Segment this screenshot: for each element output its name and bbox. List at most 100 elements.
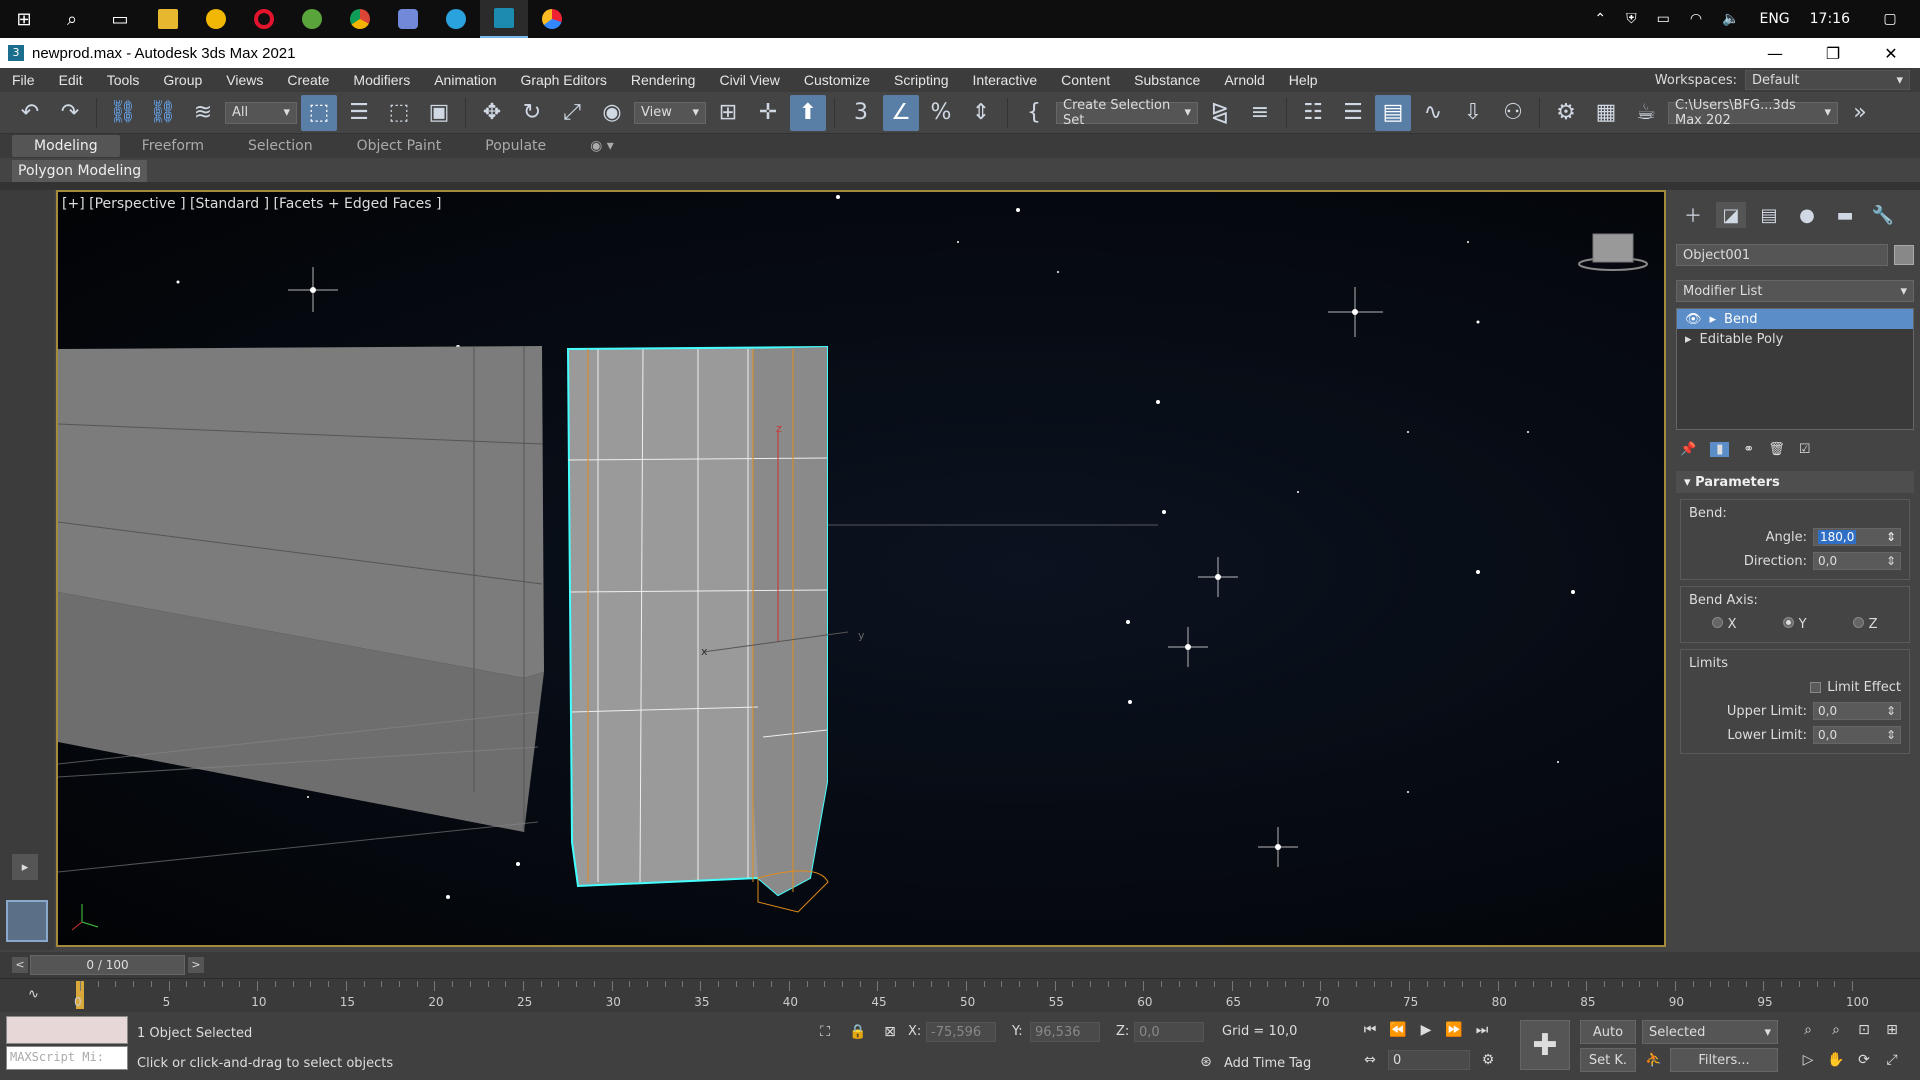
play-icon[interactable]: ▶ (1416, 1020, 1436, 1040)
rect-selection-region-icon[interactable]: ⬚ (381, 95, 417, 131)
layer-explorer-icon[interactable]: ☰ (1335, 95, 1371, 131)
axis-z-radio[interactable]: Z (1853, 616, 1878, 632)
reference-coordinate-dropdown[interactable]: View ▾ (634, 101, 706, 124)
menu-scripting[interactable]: Scripting (882, 72, 960, 88)
menu-substance[interactable]: Substance (1122, 72, 1212, 88)
axis-y-radio[interactable]: Y (1783, 616, 1807, 632)
maxscript-listener[interactable] (6, 1016, 128, 1044)
expand-arrow-icon[interactable]: ▸ (1685, 332, 1692, 347)
menu-customize[interactable]: Customize (792, 72, 882, 88)
notification-icon[interactable]: ▢ (1860, 0, 1920, 38)
prev-frame-arrow-icon[interactable]: < (12, 957, 28, 973)
material-editor-icon[interactable]: ⚇ (1495, 95, 1531, 131)
filters-button[interactable]: Filters... (1670, 1048, 1778, 1072)
close-button[interactable]: ✕ (1862, 38, 1920, 68)
select-object-icon[interactable]: ⬚ (301, 94, 337, 131)
selection-set-dropdown[interactable]: Selected ▾ (1642, 1020, 1778, 1044)
opera-icon[interactable] (240, 0, 288, 38)
y-coordinate-field[interactable]: 96,536 (1030, 1022, 1100, 1042)
zoom-extents-all-icon[interactable]: ⊞ (1882, 1020, 1902, 1040)
render-setup-icon[interactable]: ⚙ (1548, 95, 1584, 131)
place-icon[interactable]: ◉ (594, 95, 630, 131)
remove-modifier-icon[interactable]: 🗑 (1768, 442, 1785, 457)
selection-lock-icon[interactable]: 🔒 (848, 1022, 868, 1042)
menu-create[interactable]: Create (275, 72, 341, 88)
viewport-layout-thumbnail[interactable] (6, 900, 48, 942)
menu-modifiers[interactable]: Modifiers (341, 72, 422, 88)
project-folder-dropdown[interactable]: C:\Users\BFG...3ds Max 202 ▾ (1668, 98, 1838, 128)
expand-arrow-icon[interactable]: ▸ (1710, 312, 1717, 327)
display-tab-icon[interactable]: ▬ (1830, 202, 1860, 228)
set-key-button[interactable]: Set K. (1580, 1048, 1636, 1072)
menu-group[interactable]: Group (151, 72, 214, 88)
previous-frame-icon[interactable]: ⏪ (1388, 1020, 1408, 1040)
rendered-frame-window-icon[interactable]: ▦ (1588, 95, 1624, 131)
perspective-viewport[interactable]: [+] [Perspective ] [Standard ] [Facets +… (56, 190, 1666, 947)
menu-graph-editors[interactable]: Graph Editors (508, 72, 618, 88)
menu-interactive[interactable]: Interactive (961, 72, 1050, 88)
track-bar[interactable]: ∿ 0 5 10 15 20 25 30 35 40 45 50 55 60 65 70 75 80 85 90 95… (0, 978, 1920, 1012)
move-icon[interactable]: ✥ (474, 95, 510, 131)
menu-civil-view[interactable]: Civil View (707, 72, 791, 88)
rotate-icon[interactable]: ↻ (514, 95, 550, 131)
stack-item-editable-poly[interactable]: ▸ Editable Poly (1677, 329, 1913, 349)
bind-space-warp-icon[interactable]: ≋ (185, 95, 221, 131)
tab-modeling[interactable]: Modeling (12, 135, 120, 157)
select-manipulate-icon[interactable]: ✛ (750, 95, 786, 131)
menu-tools[interactable]: Tools (95, 72, 152, 88)
tab-object-paint[interactable]: Object Paint (335, 135, 464, 157)
upper-limit-spinner[interactable]: 0,0 ⇕ (1813, 702, 1901, 720)
tab-freeform[interactable]: Freeform (120, 135, 226, 157)
curve-editor-icon[interactable]: ∿ (1415, 95, 1451, 131)
file-explorer-icon[interactable] (144, 0, 192, 38)
telegram-icon[interactable] (432, 0, 480, 38)
angle-snap-icon[interactable]: ∠ (883, 94, 919, 131)
keyboard-shortcut-override-icon[interactable]: ⬆ (790, 94, 826, 131)
x-coordinate-field[interactable]: -75,596 (926, 1022, 996, 1042)
wifi-icon[interactable]: ◠ (1680, 0, 1712, 38)
spinner-snap-icon[interactable]: ⇕ (963, 95, 999, 131)
mini-curve-editor-icon[interactable]: ∿ (28, 987, 39, 1002)
z-coordinate-field[interactable]: 0,0 (1134, 1022, 1204, 1042)
spinner-arrows-icon[interactable]: ⇕ (1886, 728, 1896, 742)
go-to-end-icon[interactable]: ⏭ (1472, 1020, 1492, 1040)
isolate-selection-icon[interactable]: ⛶ (815, 1022, 835, 1042)
named-selection-set-dropdown[interactable]: Create Selection Set ▾ (1056, 98, 1198, 128)
restore-button[interactable]: ❐ (1804, 38, 1862, 68)
pin-stack-icon[interactable]: 📌 (1680, 442, 1696, 457)
battery-icon[interactable]: ▭ (1647, 0, 1680, 38)
object-name-field[interactable]: Object001 (1676, 244, 1888, 266)
maximize-viewport-icon[interactable]: ⤢ (1882, 1050, 1902, 1070)
new-key-button[interactable]: ✚ (1520, 1020, 1570, 1070)
orbit-icon[interactable]: ⟳ (1854, 1050, 1874, 1070)
volume-icon[interactable]: 🔈 (1712, 0, 1749, 38)
current-frame-field[interactable]: 0 (1388, 1050, 1470, 1070)
stack-item-bend[interactable]: 👁 ▸ Bend (1677, 309, 1913, 329)
selection-filter-dropdown[interactable]: All ▾ (225, 101, 297, 124)
menu-file[interactable]: File (0, 72, 47, 88)
clock[interactable]: 17:16 (1800, 0, 1860, 38)
maxscript-mini-input[interactable]: MAXScript Mi: (6, 1046, 128, 1070)
select-by-name-icon[interactable]: ☰ (341, 95, 377, 131)
pan-view-icon[interactable]: ✋ (1826, 1050, 1846, 1070)
field-of-view-icon[interactable]: ▷ (1798, 1050, 1818, 1070)
limit-effect-checkbox[interactable]: Limit Effect (1689, 675, 1901, 699)
language-indicator[interactable]: ENG (1749, 0, 1799, 38)
mirror-icon[interactable]: ⧎ (1202, 95, 1238, 131)
show-end-result-icon[interactable]: ▮ (1710, 442, 1730, 457)
search-icon[interactable]: ⌕ (48, 0, 96, 38)
time-slider[interactable]: 0 / 100 (30, 955, 185, 975)
expand-layout-icon[interactable]: ▸ (12, 854, 38, 880)
percent-snap-icon[interactable]: % (923, 95, 959, 131)
shield-icon[interactable]: ⛨ (1616, 0, 1647, 38)
spinner-arrows-icon[interactable]: ⇕ (1886, 554, 1896, 568)
add-time-tag[interactable]: Add Time Tag (1224, 1056, 1311, 1071)
windows-start-icon[interactable]: ⊞ (0, 0, 48, 38)
window-crossing-icon[interactable]: ▣ (421, 95, 457, 131)
zoom-all-icon[interactable]: ⌕ (1826, 1020, 1846, 1040)
absolute-mode-icon[interactable]: ⊠ (880, 1022, 900, 1042)
modify-tab-icon[interactable]: ◪ (1716, 202, 1746, 228)
edit-named-selection-icon[interactable]: { (1016, 95, 1052, 131)
menu-help[interactable]: Help (1277, 72, 1330, 88)
unlink-icon[interactable]: ⛓ (145, 95, 181, 131)
